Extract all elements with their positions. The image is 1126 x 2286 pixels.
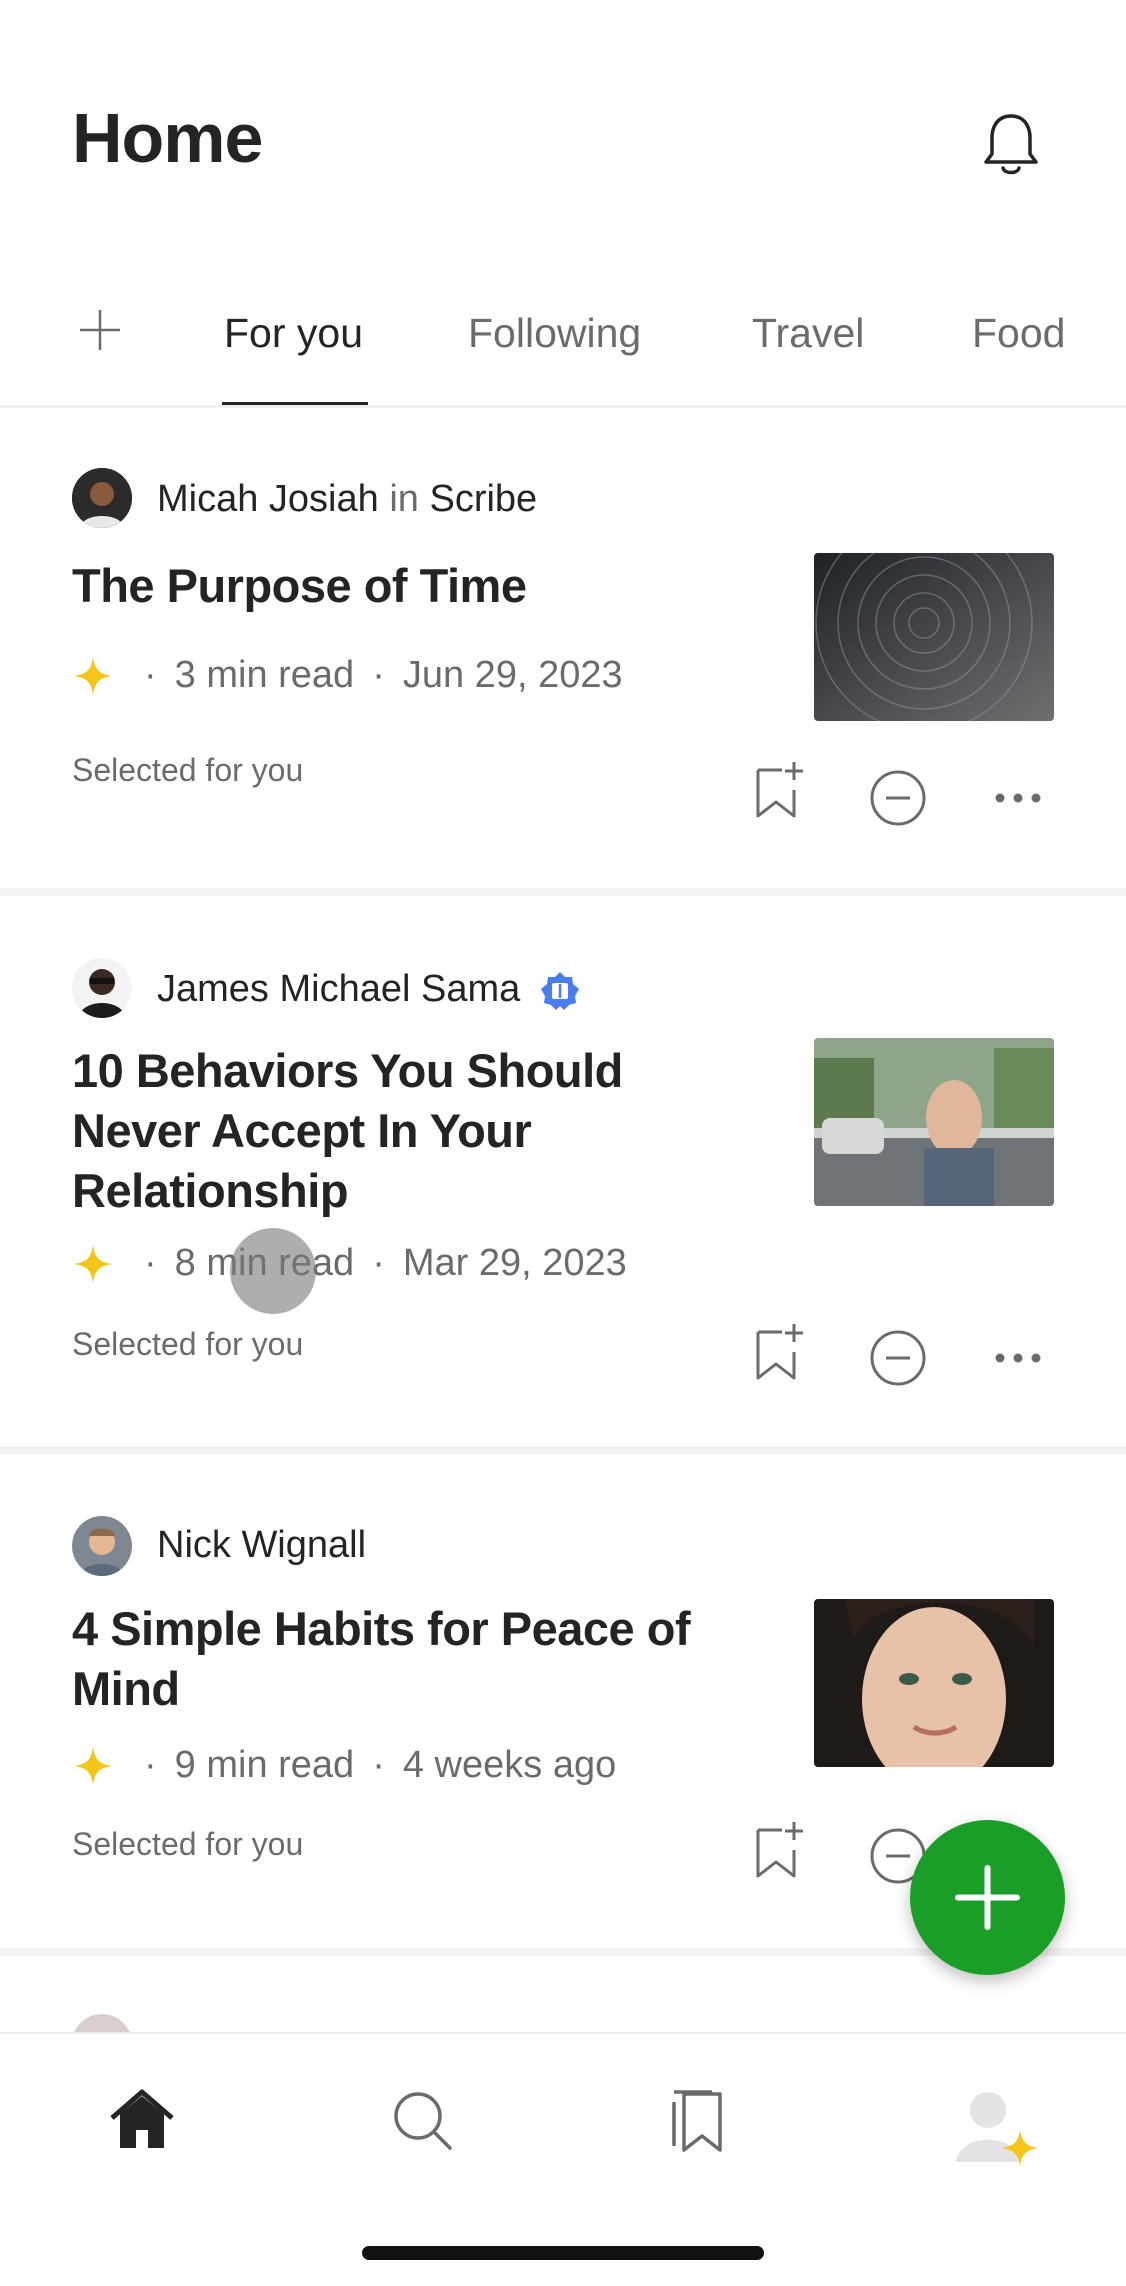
article-thumbnail[interactable] [814, 1038, 1054, 1206]
selected-reason: Selected for you [72, 1826, 304, 1862]
article-thumbnail[interactable] [814, 1599, 1054, 1767]
avatar [72, 468, 132, 528]
article-card[interactable]: Micah Josiah in Scribe The Purpose of Ti… [0, 408, 1126, 890]
tab-food[interactable]: Food [972, 310, 1065, 357]
library-icon[interactable] [664, 2084, 736, 2156]
home-icon[interactable] [106, 2084, 178, 2156]
write-story-button[interactable] [910, 1820, 1065, 1975]
member-star-icon [74, 656, 112, 695]
author-name[interactable]: James Michael Sama [157, 968, 520, 1010]
bell-icon[interactable] [980, 110, 1042, 180]
publish-date: 4 weeks ago [402, 1744, 617, 1786]
divider [0, 1446, 1126, 1454]
home-indicator [362, 2246, 764, 2260]
member-star-icon [74, 1244, 112, 1283]
tab-following[interactable]: Following [468, 310, 641, 357]
plus-icon[interactable] [76, 306, 124, 354]
bookmark-add-icon[interactable] [748, 758, 812, 822]
article-thumbnail[interactable] [814, 553, 1054, 721]
touch-indicator [230, 1228, 316, 1314]
bookmark-add-icon[interactable] [748, 1818, 812, 1882]
more-icon[interactable] [986, 1326, 1050, 1390]
avatar [72, 958, 132, 1018]
selected-reason: Selected for you [72, 1326, 304, 1362]
tab-for-you[interactable]: For you [224, 310, 363, 357]
article-card[interactable]: James Michael Sama 10 Behaviors You Shou… [0, 896, 1126, 1446]
more-icon[interactable] [986, 766, 1050, 830]
avatar [72, 1516, 132, 1576]
divider [0, 888, 1126, 896]
article-title[interactable]: 10 Behaviors You Should Never Accept In … [72, 1041, 712, 1221]
article-title[interactable]: 4 Simple Habits for Peace of Mind [72, 1599, 712, 1719]
selected-reason: Selected for you [72, 752, 304, 788]
profile-icon[interactable] [952, 2086, 1044, 2172]
author-name[interactable]: Micah Josiah [157, 478, 379, 520]
bookmark-add-icon[interactable] [748, 1320, 812, 1384]
publish-date: Mar 29, 2023 [402, 1242, 627, 1284]
read-time: 3 min read [174, 654, 355, 696]
page-title: Home [72, 99, 263, 177]
in-label: in [389, 478, 419, 520]
show-less-icon[interactable] [866, 766, 930, 830]
tab-travel[interactable]: Travel [752, 310, 864, 357]
search-icon[interactable] [386, 2084, 458, 2156]
verified-badge-icon [540, 971, 579, 1010]
member-star-icon [74, 1746, 112, 1785]
publication-name[interactable]: Scribe [429, 478, 537, 520]
plus-icon [955, 1865, 1020, 1930]
read-time: 9 min read [174, 1744, 355, 1786]
publish-date: Jun 29, 2023 [402, 654, 623, 696]
author-name[interactable]: Nick Wignall [157, 1524, 366, 1566]
show-less-icon[interactable] [866, 1326, 930, 1390]
active-tab-indicator [222, 402, 368, 405]
article-title[interactable]: The Purpose of Time [72, 556, 712, 616]
topic-tabs: For you Following Travel Food [0, 270, 1126, 408]
